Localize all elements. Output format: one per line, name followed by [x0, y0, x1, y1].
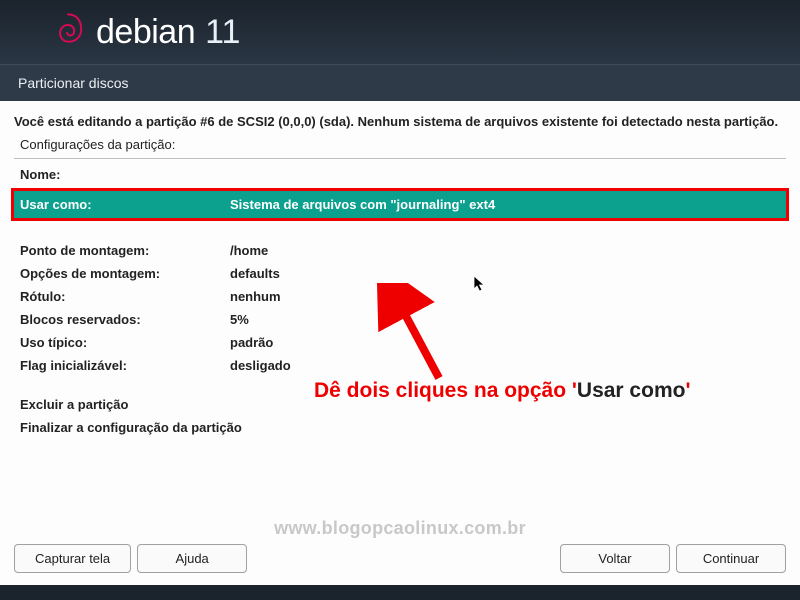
divider	[14, 158, 786, 159]
row-name-value	[230, 167, 780, 182]
row-bootable-flag[interactable]: Flag inicializável: desligado	[14, 354, 786, 377]
row-typical-usage[interactable]: Uso típico: padrão	[14, 331, 786, 354]
row-label[interactable]: Rótulo: nenhum	[14, 285, 786, 308]
row-mount-point-value: /home	[230, 243, 780, 258]
row-delete-partition[interactable]: Excluir a partição	[14, 393, 786, 416]
brand-version: 11	[205, 13, 240, 52]
partition-settings-list: Nome: Usar como: Sistema de arquivos com…	[14, 163, 786, 439]
help-button[interactable]: Ajuda	[137, 544, 247, 573]
watermark: www.blogopcaolinux.com.br	[0, 518, 800, 539]
row-bootable-flag-label: Flag inicializável:	[20, 358, 230, 373]
row-mount-point-label: Ponto de montagem:	[20, 243, 230, 258]
row-name[interactable]: Nome:	[14, 163, 786, 186]
settings-subheading: Configurações da partição:	[20, 137, 786, 152]
row-done-setting-up[interactable]: Finalizar a configuração da partição	[14, 416, 786, 439]
row-label-label: Rótulo:	[20, 289, 230, 304]
back-button[interactable]: Voltar	[560, 544, 670, 573]
row-delete-label: Excluir a partição	[20, 397, 128, 412]
row-reserved-blocks[interactable]: Blocos reservados: 5%	[14, 308, 786, 331]
row-reserved-blocks-label: Blocos reservados:	[20, 312, 230, 327]
row-mount-point[interactable]: Ponto de montagem: /home	[14, 239, 786, 262]
footer-buttons: Capturar tela Ajuda Voltar Continuar	[14, 544, 786, 573]
row-name-label: Nome:	[20, 167, 230, 182]
continue-button[interactable]: Continuar	[676, 544, 786, 573]
row-mount-options[interactable]: Opções de montagem: defaults	[14, 262, 786, 285]
row-typical-usage-value: padrão	[230, 335, 780, 350]
row-use-as[interactable]: Usar como: Sistema de arquivos com "jour…	[11, 188, 789, 221]
brand-name: debian	[96, 13, 195, 52]
row-bootable-flag-value: desligado	[230, 358, 780, 373]
row-use-as-label: Usar como:	[20, 197, 230, 212]
debian-swirl-icon	[50, 10, 86, 54]
row-use-as-value: Sistema de arquivos com "journaling" ext…	[230, 197, 780, 212]
row-typical-usage-label: Uso típico:	[20, 335, 230, 350]
content-area: Você está editando a partição #6 de SCSI…	[0, 101, 800, 585]
row-mount-options-label: Opções de montagem:	[20, 266, 230, 281]
row-mount-options-value: defaults	[230, 266, 780, 281]
instruction-text: Você está editando a partição #6 de SCSI…	[14, 113, 786, 131]
screenshot-button[interactable]: Capturar tela	[14, 544, 131, 573]
page-title: Particionar discos	[0, 65, 800, 101]
row-done-label: Finalizar a configuração da partição	[20, 420, 242, 435]
row-reserved-blocks-value: 5%	[230, 312, 780, 327]
installer-header: debian 11	[0, 0, 800, 65]
row-label-value: nenhum	[230, 289, 780, 304]
